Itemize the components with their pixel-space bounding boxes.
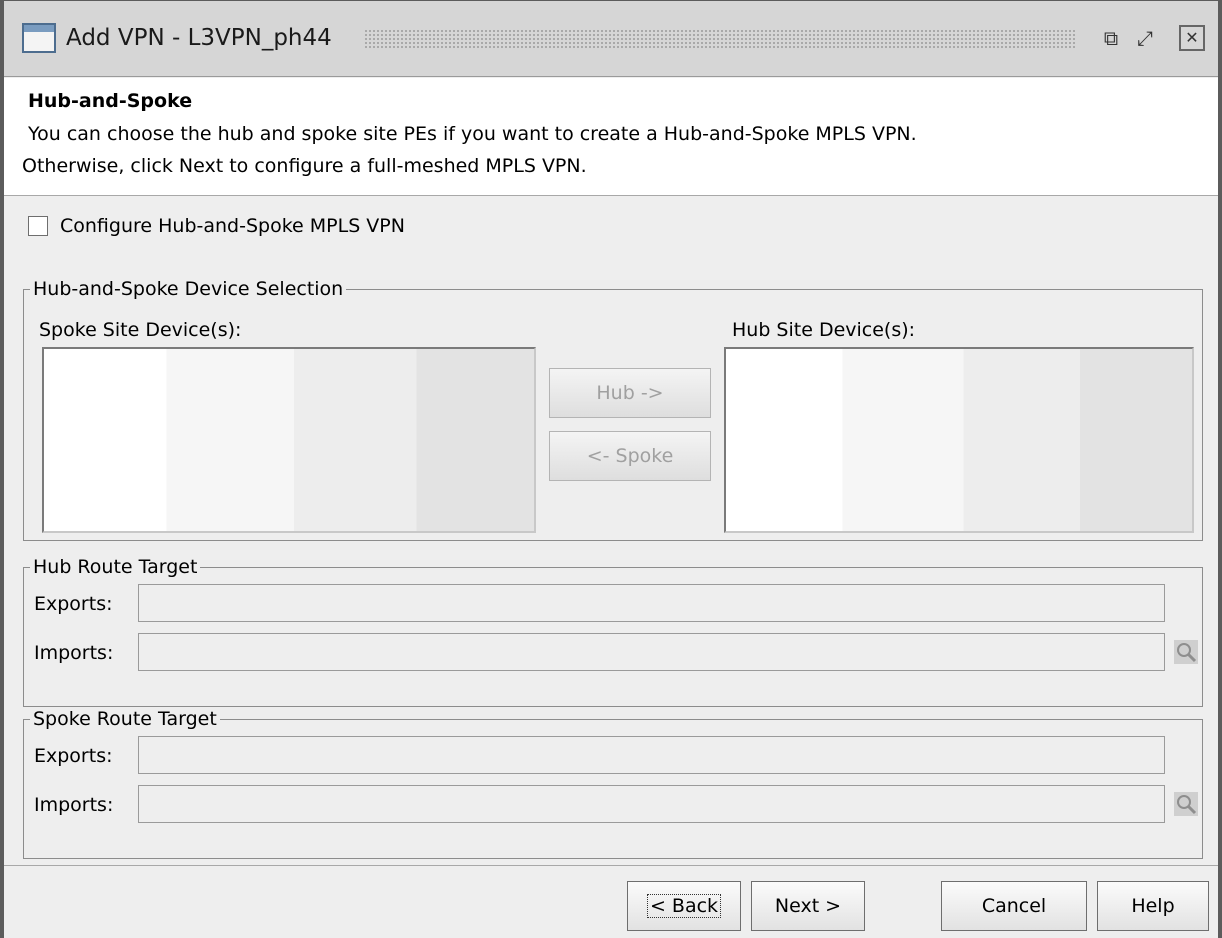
spoke-exports-label: Exports:	[34, 745, 113, 767]
description-line-1: You can choose the hub and spoke site PE…	[22, 123, 917, 145]
title-bar[interactable]: Add VPN - L3VPN_ph44 ⧉ ⤢ ✕	[4, 1, 1218, 77]
back-button[interactable]: < Back	[627, 881, 741, 931]
title-bar-grip	[364, 29, 1076, 49]
hub-device-list[interactable]	[724, 347, 1194, 533]
hub-exports-label: Exports:	[34, 593, 113, 615]
hub-list-label: Hub Site Device(s):	[732, 319, 916, 341]
back-button-label: < Back	[646, 894, 722, 918]
move-to-spoke-button[interactable]: <- Spoke	[549, 431, 711, 481]
spoke-exports-field[interactable]	[138, 736, 1165, 774]
device-selection-legend: Hub-and-Spoke Device Selection	[30, 277, 347, 301]
configure-hub-spoke-option[interactable]: Configure Hub-and-Spoke MPLS VPN	[28, 215, 405, 237]
hub-route-target-legend: Hub Route Target	[30, 555, 201, 579]
restore-icon[interactable]: ⧉	[1098, 25, 1124, 51]
magnifier-icon[interactable]	[1174, 792, 1198, 816]
configure-hub-spoke-label: Configure Hub-and-Spoke MPLS VPN	[60, 215, 405, 237]
header-panel: Hub-and-Spoke You can choose the hub and…	[4, 78, 1218, 196]
cancel-button[interactable]: Cancel	[941, 881, 1087, 931]
hub-exports-field[interactable]	[138, 584, 1165, 622]
configure-hub-spoke-checkbox[interactable]	[28, 216, 48, 236]
move-to-hub-button[interactable]: Hub ->	[549, 368, 711, 418]
page-description: You can choose the hub and spoke site PE…	[22, 118, 917, 182]
hub-imports-label: Imports:	[34, 642, 114, 664]
help-button[interactable]: Help	[1097, 881, 1209, 931]
spoke-imports-field[interactable]	[138, 785, 1165, 823]
next-button[interactable]: Next >	[751, 881, 865, 931]
maximize-icon[interactable]: ⤢	[1132, 25, 1158, 51]
spoke-route-target-group: Spoke Route Target Exports: Imports:	[23, 707, 1203, 859]
description-line-2: Otherwise, click Next to configure a ful…	[22, 155, 587, 177]
hub-route-target-group: Hub Route Target Exports: Imports:	[23, 555, 1203, 707]
page-title: Hub-and-Spoke	[28, 90, 193, 112]
add-vpn-dialog: Add VPN - L3VPN_ph44 ⧉ ⤢ ✕ Hub-and-Spoke…	[0, 0, 1222, 938]
spoke-imports-label: Imports:	[34, 794, 114, 816]
device-selection-group: Hub-and-Spoke Device Selection Spoke Sit…	[23, 277, 1203, 541]
close-icon[interactable]: ✕	[1179, 25, 1205, 51]
spoke-route-target-legend: Spoke Route Target	[30, 707, 220, 731]
hub-imports-field[interactable]	[138, 633, 1165, 671]
spoke-list-label: Spoke Site Device(s):	[39, 319, 242, 341]
footer-divider	[4, 865, 1218, 866]
magnifier-icon[interactable]	[1174, 640, 1198, 664]
window-icon	[22, 23, 56, 53]
window-title: Add VPN - L3VPN_ph44	[66, 23, 342, 53]
spoke-device-list[interactable]	[42, 347, 536, 533]
